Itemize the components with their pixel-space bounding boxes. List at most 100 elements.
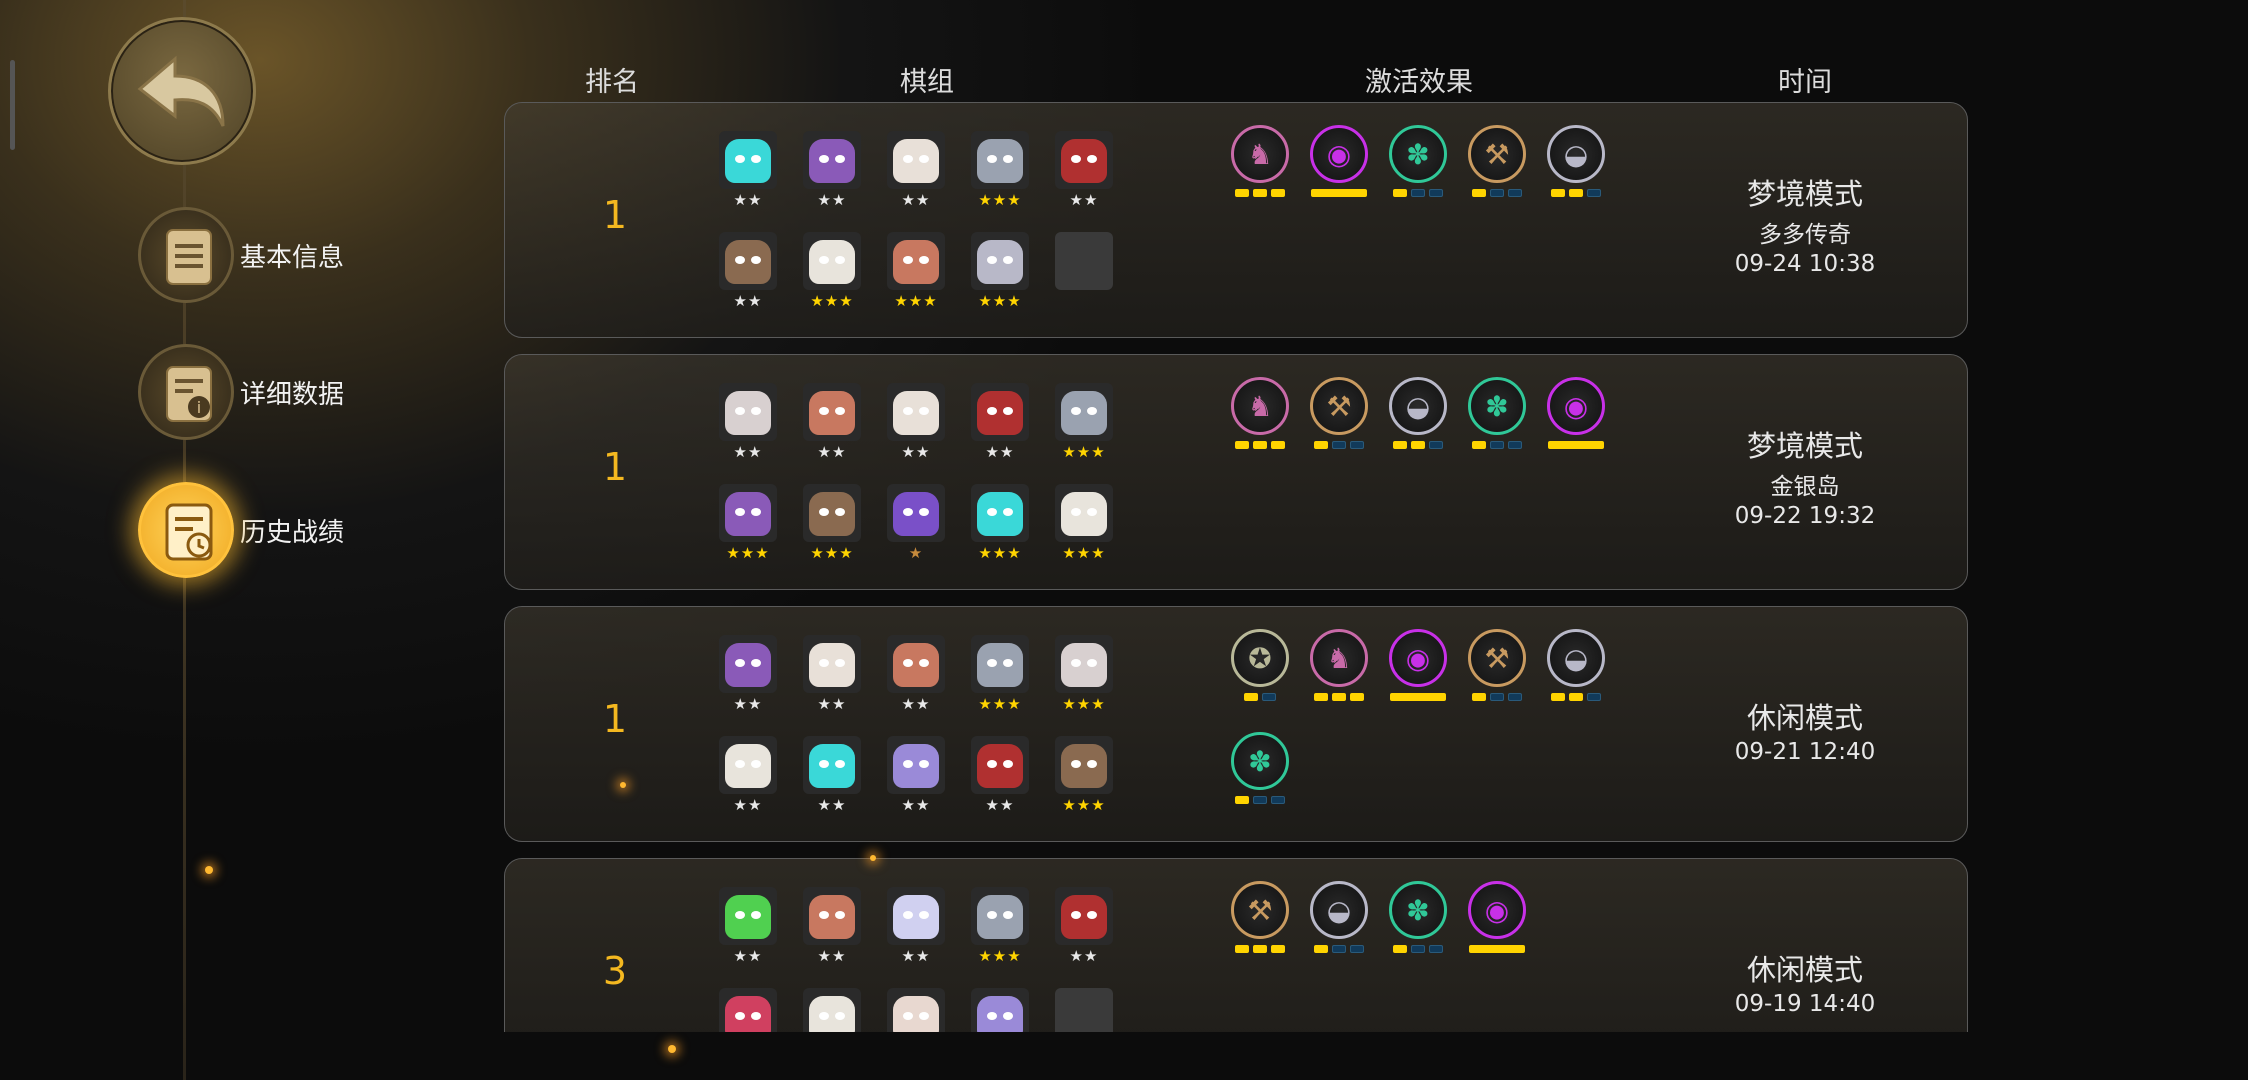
trait-effect[interactable]: ◉ — [1468, 881, 1526, 953]
trait-effect[interactable]: ◉ — [1547, 377, 1605, 449]
piece-portrait-icon — [803, 383, 861, 441]
trait-level-bar — [1310, 945, 1368, 953]
chess-piece[interactable]: ★★ — [887, 887, 945, 965]
trait-effect[interactable]: ⚒ — [1468, 629, 1526, 701]
trait-effect[interactable]: ◒ — [1547, 125, 1605, 197]
piece-portrait-icon — [1055, 635, 1113, 693]
trait-effect[interactable]: ⚒ — [1310, 377, 1368, 449]
chess-piece[interactable]: ★★ — [1055, 887, 1113, 965]
match-info: 休闲模式 09-21 12:40 — [1655, 695, 1955, 765]
chess-piece[interactable]: ★★ — [719, 635, 777, 713]
chess-piece[interactable]: ★★ — [719, 736, 777, 814]
trait-icon: ✽ — [1468, 377, 1526, 435]
trait-effect[interactable]: ✽ — [1389, 881, 1447, 953]
piece-stars: ★★ — [817, 191, 847, 209]
trait-effect[interactable]: ♞ — [1310, 629, 1368, 701]
piece-stars: ★★★ — [810, 292, 854, 310]
chess-piece[interactable]: ★★ — [1055, 131, 1113, 209]
piece-stars: ★★★ — [894, 292, 938, 310]
piece-portrait-icon — [887, 383, 945, 441]
game-mode: 休闲模式 — [1746, 953, 1863, 987]
trait-effect[interactable]: ♞ — [1231, 125, 1289, 197]
chess-piece[interactable]: ★ — [887, 484, 945, 562]
chess-piece[interactable]: ★★ — [887, 635, 945, 713]
piece-portrait-icon — [1055, 736, 1113, 794]
chess-piece[interactable] — [1055, 232, 1113, 292]
piece-portrait-icon — [971, 736, 1029, 794]
chess-piece[interactable]: ★★★ — [1055, 635, 1113, 713]
trait-effect[interactable]: ✪ — [1231, 629, 1289, 701]
piece-portrait-icon — [803, 131, 861, 189]
piece-portrait-icon — [719, 383, 777, 441]
chess-piece[interactable]: ★★ — [803, 887, 861, 965]
piece-stars: ★★★ — [978, 292, 1022, 310]
trait-effect[interactable]: ◒ — [1547, 629, 1605, 701]
chess-piece[interactable]: ★★ — [803, 736, 861, 814]
piece-stars: ★★★ — [978, 544, 1022, 562]
chess-piece[interactable]: ★★★ — [971, 232, 1029, 310]
piece-portrait-icon — [1055, 988, 1113, 1032]
trait-level-bar — [1547, 189, 1605, 197]
piece-stars: ★★★ — [1062, 443, 1106, 461]
match-time: 09-22 19:32 — [1734, 503, 1876, 529]
history-row[interactable]: 3 ★★ ★★ ★★ ★★★ ★★ ⚒ ◒ ✽ ◉ 休闲模式 09-19 14:40 — [504, 858, 1968, 1032]
chess-piece[interactable]: ★★ — [719, 232, 777, 310]
trait-effect[interactable]: ◒ — [1310, 881, 1368, 953]
chess-piece[interactable]: ★★ — [803, 635, 861, 713]
chess-piece[interactable] — [971, 988, 1029, 1032]
trait-effect[interactable]: ⚒ — [1231, 881, 1289, 953]
chess-piece[interactable]: ★★★ — [1055, 484, 1113, 562]
piece-portrait-icon — [719, 887, 777, 945]
history-list[interactable]: 1 ★★ ★★ ★★ ★★★ ★★ ★★ ★★★ ★★★ ★★★ ♞ ◉ ✽ ⚒ ◒ 梦境模式 多多传奇 09-2… — [0, 0, 2248, 1032]
chess-piece[interactable]: ★★★ — [803, 232, 861, 310]
chess-piece[interactable]: ★★ — [803, 383, 861, 461]
trait-level-bar — [1468, 189, 1526, 197]
piece-stars: ★★ — [817, 796, 847, 814]
trait-effect[interactable]: ✽ — [1468, 377, 1526, 449]
piece-portrait-icon — [971, 635, 1029, 693]
trait-icon: ⚒ — [1231, 881, 1289, 939]
chess-piece[interactable]: ★★★ — [1055, 736, 1113, 814]
chess-piece[interactable]: ★★★ — [971, 887, 1029, 965]
piece-portrait-icon — [803, 484, 861, 542]
trait-effect[interactable]: ✽ — [1389, 125, 1447, 197]
chess-piece[interactable]: ★★★ — [887, 232, 945, 310]
history-row[interactable]: 1 ★★ ★★ ★★ ★★★ ★★★ ★★ ★★ ★★ ★★ ★★★ ✪ ♞ ◉ ⚒ ◒ ✽ 休闲模式 09-21 … — [504, 606, 1968, 842]
trait-effect[interactable]: ◉ — [1310, 125, 1368, 197]
trait-level-bar — [1231, 441, 1289, 449]
trait-icon: ◉ — [1389, 629, 1447, 687]
chess-piece[interactable] — [1055, 988, 1113, 1032]
chess-piece[interactable]: ★★ — [971, 736, 1029, 814]
trait-effect[interactable]: ✽ — [1231, 732, 1289, 804]
history-row[interactable]: 1 ★★ ★★ ★★ ★★★ ★★ ★★ ★★★ ★★★ ★★★ ♞ ◉ ✽ ⚒ ◒ 梦境模式 多多传奇 09-2… — [504, 102, 1968, 338]
chess-piece[interactable]: ★★★ — [803, 484, 861, 562]
chess-piece[interactable]: ★★★ — [1055, 383, 1113, 461]
trait-level-bar — [1310, 441, 1368, 449]
chess-piece[interactable]: ★★ — [719, 131, 777, 209]
chess-piece[interactable]: ★★ — [887, 131, 945, 209]
chess-piece[interactable]: ★★★ — [971, 484, 1029, 562]
rank-value: 1 — [602, 697, 628, 741]
chess-piece[interactable]: ★★ — [719, 887, 777, 965]
chess-piece[interactable]: ★★ — [803, 131, 861, 209]
piece-stars: ★★★ — [978, 695, 1022, 713]
trait-icon: ⚒ — [1468, 629, 1526, 687]
chess-piece[interactable]: ★★ — [719, 383, 777, 461]
trait-effect[interactable]: ◒ — [1389, 377, 1447, 449]
history-row[interactable]: 1 ★★ ★★ ★★ ★★ ★★★ ★★★ ★★★ ★ ★★★ ★★★ ♞ ⚒ ◒ ✽ ◉ 梦境模式 金银岛 09-… — [504, 354, 1968, 590]
chess-piece[interactable]: ★★★ — [971, 131, 1029, 209]
trait-effect[interactable]: ◉ — [1389, 629, 1447, 701]
chess-piece[interactable] — [803, 988, 861, 1032]
chess-piece[interactable]: ★★★ — [971, 635, 1029, 713]
piece-portrait-icon — [887, 635, 945, 693]
chess-piece[interactable]: ★★ — [887, 736, 945, 814]
trait-effect[interactable]: ⚒ — [1468, 125, 1526, 197]
chess-piece[interactable]: ★★ — [971, 383, 1029, 461]
chess-piece[interactable]: ★★ — [887, 383, 945, 461]
trait-level-bar — [1231, 189, 1289, 197]
piece-portrait-icon — [719, 131, 777, 189]
chess-piece[interactable]: ★★★ — [719, 484, 777, 562]
chess-piece[interactable] — [719, 988, 777, 1032]
chess-piece[interactable] — [887, 988, 945, 1032]
trait-effect[interactable]: ♞ — [1231, 377, 1289, 449]
